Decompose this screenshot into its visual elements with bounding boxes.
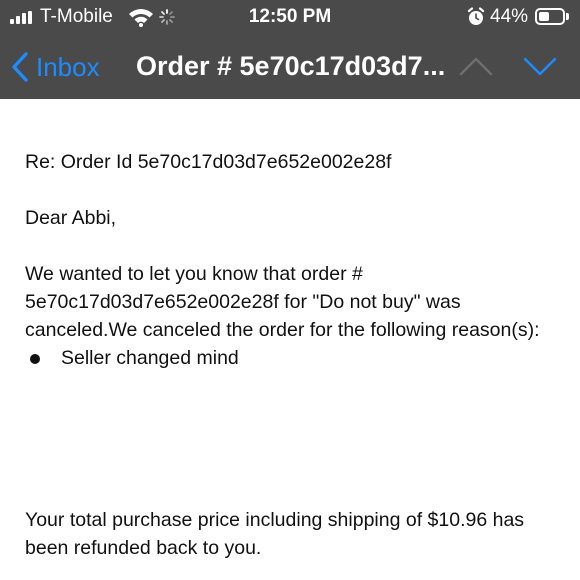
chevron-down-icon[interactable]: [522, 54, 558, 78]
chevron-left-icon: [12, 52, 28, 82]
message-title: Order # 5e70c17d03d7...: [136, 51, 446, 81]
back-label: Inbox: [36, 51, 100, 82]
message-body: Re: Order Id 5e70c17d03d7e652e002e28f De…: [25, 148, 565, 372]
reason-list: Seller changed mind: [25, 344, 565, 372]
cancellation-text: We wanted to let you know that order # 5…: [25, 263, 540, 341]
back-to-inbox-button[interactable]: Inbox: [10, 50, 100, 84]
alarm-clock-icon: [467, 7, 485, 25]
battery-percent: 44%: [490, 6, 529, 27]
battery-icon: [535, 8, 565, 25]
top-bar: T-Mobile 12:50 PM 44% Inbox Order # 5e70…: [0, 0, 580, 99]
reason-text: Seller changed mind: [61, 347, 239, 369]
subject-line: Re: Order Id 5e70c17d03d7e652e002e28f: [25, 151, 392, 173]
bullet-icon: [30, 354, 40, 364]
status-bar: T-Mobile 12:50 PM 44%: [0, 0, 580, 36]
greeting: Dear Abbi,: [25, 207, 117, 229]
battery-tip: [566, 13, 569, 20]
chevron-up-icon: [459, 57, 493, 76]
list-item: Seller changed mind: [25, 344, 565, 372]
battery-level-fill: [539, 12, 549, 21]
refund-text: Your total purchase price including ship…: [25, 509, 525, 559]
navigation-bar: Inbox Order # 5e70c17d03d7...: [0, 36, 580, 99]
